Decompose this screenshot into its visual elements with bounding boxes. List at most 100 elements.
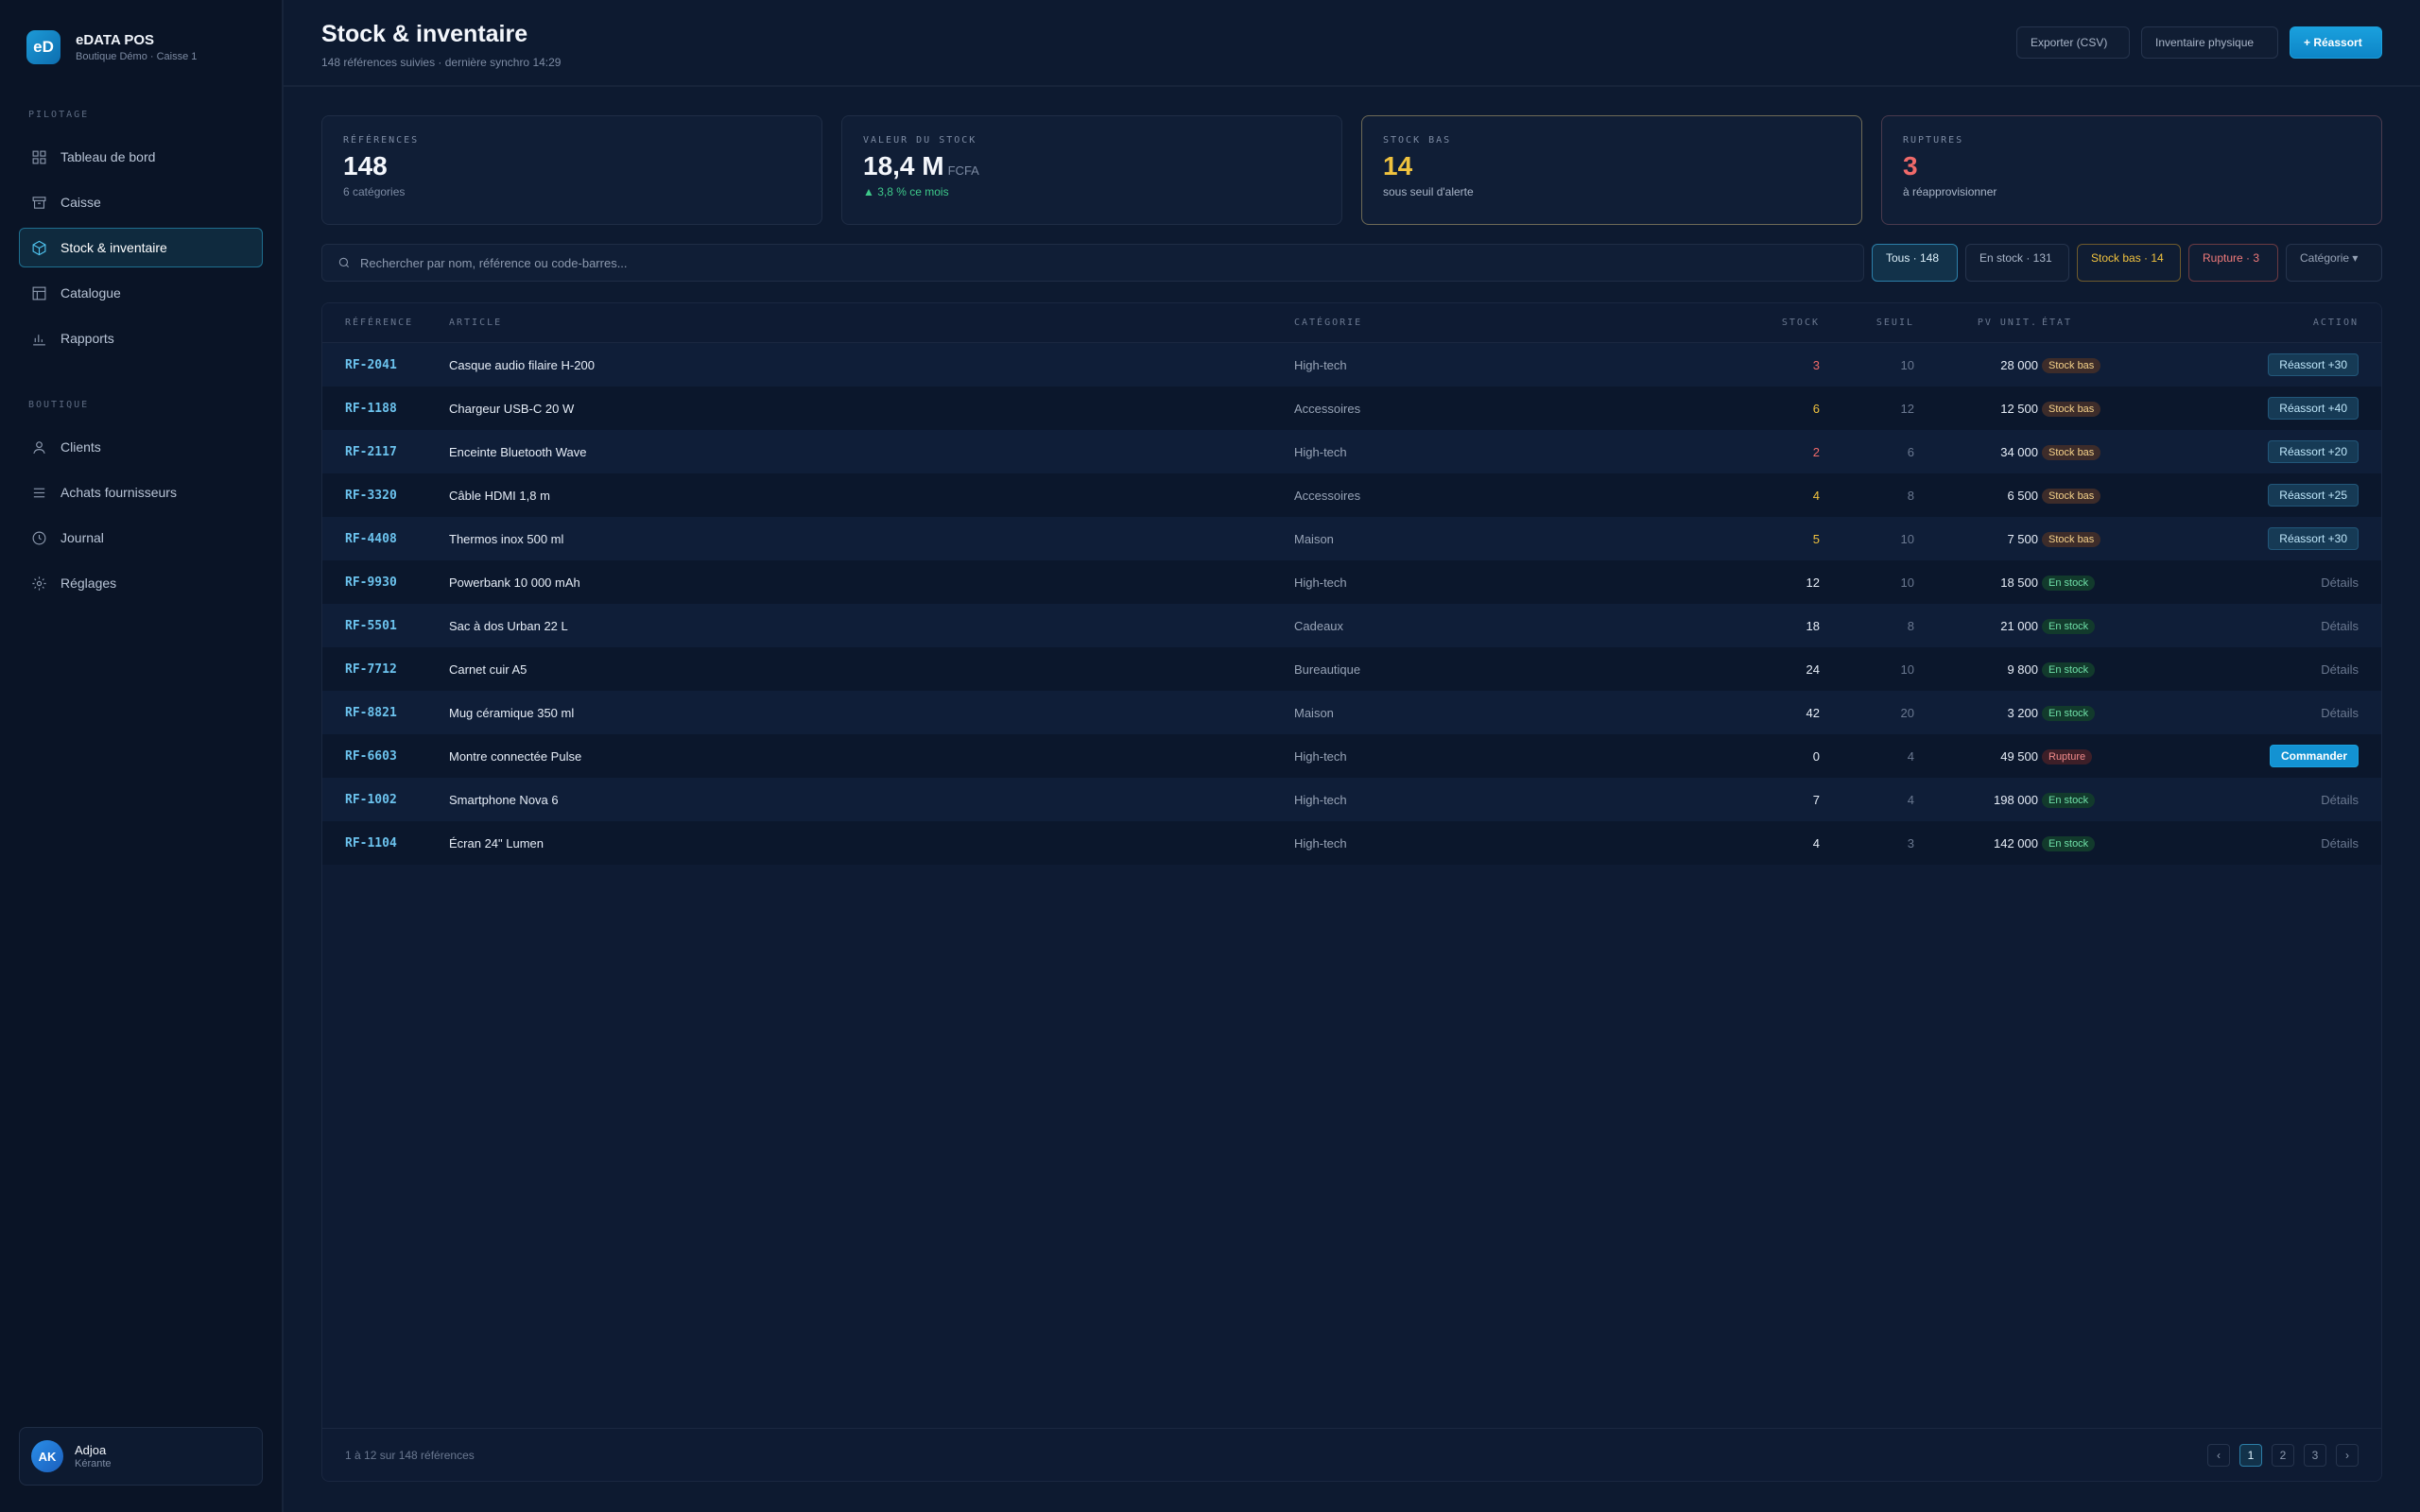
reassort-row-button[interactable]: Réassort +30 — [2268, 353, 2359, 376]
page-button-3[interactable]: 3 — [2304, 1443, 2326, 1467]
cell-ref[interactable]: RF-9930 — [345, 576, 449, 590]
cell-ref[interactable]: RF-4408 — [345, 532, 449, 546]
reassort-row-button[interactable]: Réassort +25 — [2268, 484, 2359, 507]
cell-ref[interactable]: RF-8821 — [345, 706, 449, 720]
col-pv[interactable]: PV UNIT. — [1914, 318, 2038, 328]
details-link[interactable]: Détails — [2321, 836, 2359, 850]
clock-icon — [32, 531, 46, 544]
table-row[interactable]: RF-8821 Mug céramique 350 ml Maison 42 20 3 2… — [322, 691, 2381, 734]
export-csv-button[interactable]: Exporter (CSV) — [2016, 26, 2130, 59]
kpi-ruptures[interactable]: RUPTURES 3 à réapprovisionner — [1881, 115, 2382, 225]
cell-seuil: 3 — [1907, 835, 1914, 850]
filter-chip-all[interactable]: Tous · 148 — [1872, 244, 1958, 282]
sidebar-item-label: Caisse — [60, 195, 101, 210]
cell-etat: En stock — [2038, 618, 2114, 634]
sidebar-item-caisse[interactable]: Caisse — [19, 182, 263, 222]
table-row[interactable]: RF-2117 Enceinte Bluetooth Wave High-tech 2… — [322, 430, 2381, 473]
table-row[interactable]: RF-1104 Écran 24" Lumen High-tech 4 3 142 000… — [322, 821, 2381, 865]
sidebar-item-stock[interactable]: Stock & inventaire — [19, 228, 263, 267]
sidebar-item-label: Catalogue — [60, 285, 121, 301]
inventaire-physique-button[interactable]: Inventaire physique — [2141, 26, 2278, 59]
sidebar-item-tableau-de-bord[interactable]: Tableau de bord — [19, 137, 263, 177]
details-link[interactable]: Détails — [2321, 576, 2359, 590]
details-link[interactable]: Détails — [2321, 619, 2359, 633]
brand[interactable]: eD eDATA POS Boutique Démo · Caisse 1 — [19, 30, 263, 64]
cell-etat: Stock bas — [2038, 357, 2114, 373]
prev-page-button[interactable]: ‹ — [2207, 1443, 2230, 1467]
details-link[interactable]: Détails — [2321, 662, 2359, 677]
cell-ref[interactable]: RF-1188 — [345, 402, 449, 416]
table-row[interactable]: RF-1002 Smartphone Nova 6 High-tech 7 4 198 0… — [322, 778, 2381, 821]
table-row[interactable]: RF-3320 Câble HDMI 1,8 m Accessoires 4 8 6 50… — [322, 473, 2381, 517]
cell-ref[interactable]: RF-2041 — [345, 358, 449, 372]
cell-article: Montre connectée Pulse — [449, 748, 582, 764]
status-badge: Stock bas — [2042, 531, 2101, 547]
table-row[interactable]: RF-6603 Montre connectée Pulse High-tech 0 4… — [322, 734, 2381, 778]
table-header: RÉFÉRENCE ARTICLE CATÉGORIE STOCK SEUIL … — [322, 303, 2381, 343]
table-row[interactable]: RF-7712 Carnet cuir A5 Bureautique 24 10 9 80… — [322, 647, 2381, 691]
filter-category-select[interactable]: Catégorie ▾ — [2286, 244, 2382, 282]
table-row[interactable]: RF-5501 Sac à dos Urban 22 L Cadeaux 18 8 21 … — [322, 604, 2381, 647]
details-link[interactable]: Détails — [2321, 793, 2359, 807]
table-row[interactable]: RF-9930 Powerbank 10 000 mAh High-tech 12 10… — [322, 560, 2381, 604]
sidebar-item-reglages[interactable]: Réglages — [19, 563, 263, 603]
status-badge: En stock — [2042, 792, 2096, 808]
col-article[interactable]: ARTICLE — [449, 318, 1294, 328]
search-icon — [338, 257, 350, 268]
sidebar: eD eDATA POS Boutique Démo · Caisse 1 PI… — [0, 0, 284, 1512]
status-badge: En stock — [2042, 705, 2096, 721]
sidebar-item-catalogue[interactable]: Catalogue — [19, 273, 263, 313]
kpi-stock-bas[interactable]: STOCK BAS 14 sous seuil d'alerte — [1361, 115, 1862, 225]
table-row[interactable]: RF-1188 Chargeur USB-C 20 W Accessoires 6 12… — [322, 387, 2381, 430]
sidebar-item-clients[interactable]: Clients — [19, 427, 263, 467]
status-badge: Stock bas — [2042, 444, 2101, 460]
col-seuil[interactable]: SEUIL — [1820, 318, 1914, 328]
page-subtitle: 148 références suivies · dernière synchr… — [321, 56, 562, 69]
cell-ref[interactable]: RF-1002 — [345, 793, 449, 807]
status-badge: Rupture — [2042, 748, 2093, 765]
sidebar-item-rapports[interactable]: Rapports — [19, 318, 263, 358]
cell-pv: 21 000 — [2000, 618, 2038, 633]
page-button-1[interactable]: 1 — [2239, 1443, 2262, 1467]
sidebar-item-achats-fournisseurs[interactable]: Achats fournisseurs — [19, 472, 263, 512]
cell-stock: 4 — [1812, 835, 1820, 850]
table-row[interactable]: RF-4408 Thermos inox 500 ml Maison 5 10 7 500… — [322, 517, 2381, 560]
kpi-label: STOCK BAS — [1383, 135, 1452, 146]
next-page-button[interactable]: › — [2336, 1443, 2359, 1467]
cell-seuil: 12 — [1900, 401, 1914, 416]
reassort-button[interactable]: + Réassort — [2290, 26, 2382, 59]
col-stock[interactable]: STOCK — [1729, 318, 1820, 328]
cell-ref[interactable]: RF-7712 — [345, 662, 449, 677]
cell-ref[interactable]: RF-5501 — [345, 619, 449, 633]
header-actions: Exporter (CSV) Inventaire physique + Réa… — [2016, 26, 2382, 59]
cell-ref[interactable]: RF-6603 — [345, 749, 449, 764]
user-card[interactable]: AK Adjoa Kérante — [19, 1427, 263, 1486]
commander-button[interactable]: Commander — [2269, 745, 2359, 767]
reassort-row-button[interactable]: Réassort +40 — [2268, 397, 2359, 420]
col-etat[interactable]: ÉTAT — [2038, 318, 2114, 328]
col-category[interactable]: CATÉGORIE — [1294, 318, 1729, 328]
filter-chip-out[interactable]: Rupture · 3 — [2188, 244, 2278, 282]
col-ref[interactable]: RÉFÉRENCE — [345, 318, 449, 328]
details-link[interactable]: Détails — [2321, 706, 2359, 720]
cell-stock: 5 — [1812, 531, 1820, 546]
cell-pv: 9 800 — [2007, 662, 2038, 677]
page-button-2[interactable]: 2 — [2272, 1443, 2294, 1467]
cell-action: Détails — [2114, 662, 2359, 677]
filter-chip-low[interactable]: Stock bas · 14 — [2077, 244, 2181, 282]
search-input[interactable]: Rechercher par nom, référence ou code-ba… — [321, 244, 1864, 282]
cell-ref[interactable]: RF-3320 — [345, 489, 449, 503]
reassort-row-button[interactable]: Réassort +20 — [2268, 440, 2359, 463]
sidebar-item-label: Journal — [60, 530, 104, 545]
reassort-row-button[interactable]: Réassort +30 — [2268, 527, 2359, 550]
cell-ref[interactable]: RF-2117 — [345, 445, 449, 459]
user-role: Kérante — [75, 1457, 112, 1470]
cell-ref[interactable]: RF-1104 — [345, 836, 449, 850]
sidebar-item-journal[interactable]: Journal — [19, 518, 263, 558]
cell-action: Réassort +40 — [2114, 397, 2359, 420]
table-row[interactable]: RF-2041 Casque audio filaire H-200 High-te… — [322, 343, 2381, 387]
pagination-summary: 1 à 12 sur 148 références — [345, 1448, 475, 1462]
cell-etat: En stock — [2038, 792, 2114, 808]
filter-chip-instock[interactable]: En stock · 131 — [1965, 244, 2069, 282]
kpi-label: VALEUR DU STOCK — [863, 135, 977, 146]
